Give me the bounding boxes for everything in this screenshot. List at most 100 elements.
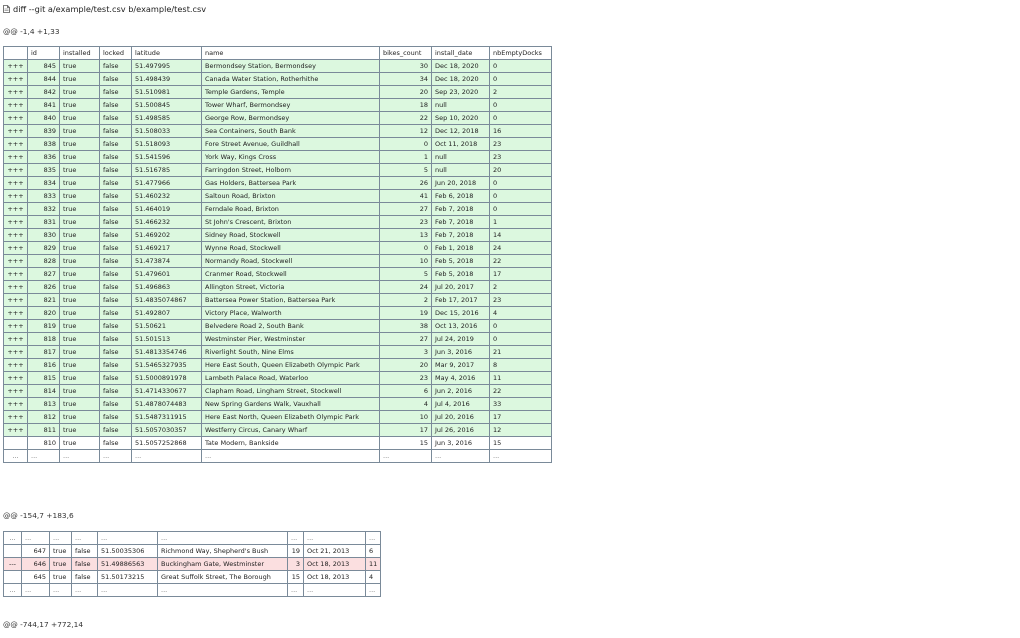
id-cell: 816 [27,358,60,372]
added-row: +++ 811 true false 51.5057030357 Westferry Ci… [3,423,552,437]
locked-cell: false [99,215,132,229]
bikes-count-cell: 0 [379,137,432,151]
name-cell: ... [201,449,380,463]
install-date-cell: Feb 7, 2018 [431,202,490,216]
added-row: +++ 812 true false 51.5487311915 Here East No… [3,410,552,424]
hunk-header: @@ -744,17 +772,14 [3,620,84,629]
bikes-count-cell: ... [379,449,432,463]
added-row: +++ 820 true false 51.492807 Victory Place, W… [3,306,552,320]
added-row: +++ 816 true false 51.5465327935 Here East So… [3,358,552,372]
install-date-cell: Mar 9, 2017 [431,358,490,372]
latitude-cell: 51.469202 [131,228,202,242]
nb-empty-docks-cell: 0 [489,59,552,73]
bikes-count-cell: 10 [379,410,432,424]
nb-empty-docks-cell: 15 [489,436,552,450]
id-cell: 828 [27,254,60,268]
locked-cell: false [99,345,132,359]
id-cell: 645 [21,570,50,584]
added-row: +++ 840 true false 51.498585 George Row, Berm… [3,111,552,125]
locked-cell: false [99,254,132,268]
locked-cell: false [99,410,132,424]
name-cell: Sidney Road, Stockwell [201,228,380,242]
column-header: latitude [131,46,202,60]
bikes-count-cell: 22 [379,111,432,125]
locked-cell: false [99,423,132,437]
id-cell: 815 [27,371,60,385]
nb-empty-docks-cell: 23 [489,150,552,164]
id-cell: 834 [27,176,60,190]
latitude-cell: 51.4835074867 [131,293,202,307]
nb-empty-docks-cell: 0 [489,98,552,112]
installed-cell: true [49,544,72,558]
install-date-cell: Jun 2, 2016 [431,384,490,398]
diff-marker: +++ [3,137,28,151]
installed-cell: true [59,72,100,86]
diff-marker: +++ [3,397,28,411]
name-cell: Great Suffolk Street, The Borough [157,570,288,584]
added-row: +++ 819 true false 51.50621 Belvedere Road 2,… [3,319,552,333]
install-date-cell: null [431,98,490,112]
locked-cell: false [99,371,132,385]
latitude-cell: 51.516785 [131,163,202,177]
added-row: +++ 836 true false 51.541596 York Way, Kings … [3,150,552,164]
name-cell: Normandy Road, Stockwell [201,254,380,268]
install-date-cell: Dec 18, 2020 [431,59,490,73]
latitude-cell: 51.5000891978 [131,371,202,385]
installed-cell: true [59,176,100,190]
bikes-count-cell: 5 [379,267,432,281]
bikes-count-cell: 19 [287,544,304,558]
ellipsis-row: ........................... [3,449,552,463]
install-date-cell: ... [431,449,490,463]
context-row: 645 true false 51.50173215 Great Suffolk Str… [3,570,382,584]
latitude-cell: 51.501513 [131,332,202,346]
id-cell: 840 [27,111,60,125]
hunk-header: @@ -1,4 +1,33 [3,27,60,36]
nb-empty-docks-cell: 8 [489,358,552,372]
diff-marker: --- [3,557,22,571]
locked-cell: false [99,202,132,216]
diff-marker: +++ [3,228,28,242]
installed-cell: ... [49,583,72,597]
added-row: +++ 831 true false 51.466232 St John's Cresce… [3,215,552,229]
installed-cell: true [59,293,100,307]
locked-cell: false [99,267,132,281]
latitude-cell: 51.464019 [131,202,202,216]
name-cell: Belvedere Road 2, South Bank [201,319,380,333]
nb-empty-docks-cell: 4 [364,570,382,584]
name-cell: Tower Wharf, Bermondsey [201,98,380,112]
installed-cell: true [59,189,100,203]
bikes-count-cell: 30 [379,59,432,73]
diff-marker: +++ [3,280,28,294]
diff-marker [3,436,28,450]
locked-cell: false [99,85,132,99]
locked-cell: false [99,358,132,372]
installed-cell: true [59,150,100,164]
id-cell: 835 [27,163,60,177]
bikes-count-cell: ... [287,583,304,597]
latitude-cell: 51.473874 [131,254,202,268]
diff-marker: +++ [3,332,28,346]
name-cell: Sea Containers, South Bank [201,124,380,138]
nb-empty-docks-cell: 0 [489,72,552,86]
column-header: nbEmptyDocks [489,46,552,60]
name-cell: ... [157,531,288,545]
bikes-count-cell: 4 [379,397,432,411]
added-row: +++ 844 true false 51.498439 Canada Water Sta… [3,72,552,86]
diff-marker: +++ [3,371,28,385]
nb-empty-docks-cell: 22 [489,254,552,268]
nb-empty-docks-cell: 4 [489,306,552,320]
added-row: +++ 826 true false 51.496863 Allington Street… [3,280,552,294]
install-date-cell: Feb 6, 2018 [431,189,490,203]
added-row: +++ 845 true false 51.497995 Bermondsey Stati… [3,59,552,73]
latitude-cell: 51.510981 [131,85,202,99]
diff-marker: +++ [3,59,28,73]
install-date-cell: null [431,163,490,177]
id-cell: 842 [27,85,60,99]
diff-marker: +++ [3,254,28,268]
bikes-count-cell: 20 [379,358,432,372]
column-header: locked [99,46,132,60]
name-cell: Tate Modern, Bankside [201,436,380,450]
locked-cell: false [99,397,132,411]
locked-cell: false [99,137,132,151]
id-cell: 829 [27,241,60,255]
